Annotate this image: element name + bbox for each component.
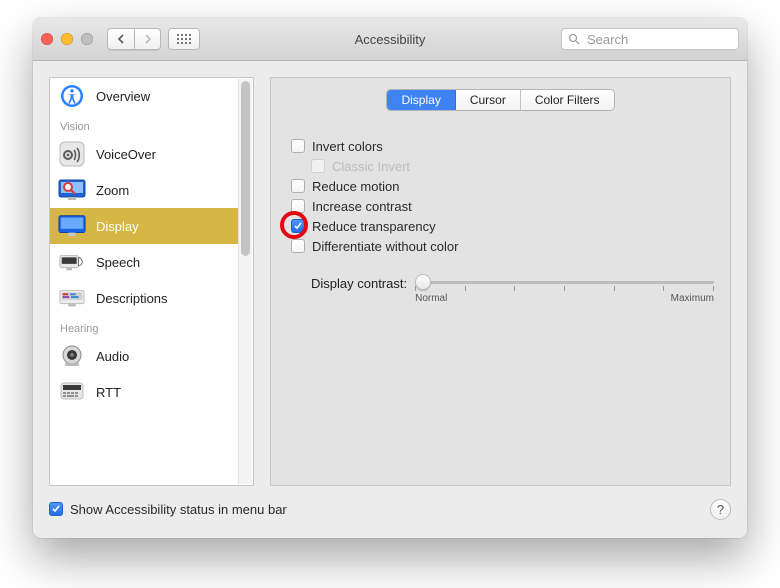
differentiate-without-color-option[interactable]: Differentiate without color — [291, 236, 714, 256]
slider-ticks — [415, 286, 714, 291]
back-button[interactable] — [107, 28, 134, 50]
zoom-window-button[interactable] — [81, 33, 93, 45]
invert-colors-checkbox[interactable] — [291, 139, 305, 153]
sidebar-item-zoom[interactable]: Zoom — [50, 172, 238, 208]
chevron-right-icon — [144, 34, 152, 44]
descriptions-icon — [58, 284, 86, 312]
accessibility-icon — [58, 82, 86, 110]
forward-button[interactable] — [134, 28, 161, 50]
search-field[interactable] — [561, 28, 739, 50]
reduce-transparency-label: Reduce transparency — [312, 219, 436, 234]
nav-buttons — [107, 28, 161, 50]
panels: Overview Vision VoiceOver — [49, 77, 731, 486]
show-all-button[interactable] — [168, 28, 200, 50]
classic-invert-option: Classic Invert — [291, 156, 714, 176]
display-settings-panel: Display Cursor Color Filters Invert colo… — [270, 77, 731, 486]
menubar-status-checkbox[interactable] — [49, 502, 63, 516]
display-icon — [58, 212, 86, 240]
sidebar-item-label: Descriptions — [96, 291, 168, 306]
footer: Show Accessibility status in menu bar ? — [49, 486, 731, 522]
titlebar: Accessibility — [33, 18, 747, 61]
close-window-button[interactable] — [41, 33, 53, 45]
window-controls — [41, 33, 93, 45]
sidebar-item-voiceover[interactable]: VoiceOver — [50, 136, 238, 172]
rtt-icon — [58, 378, 86, 406]
invert-colors-option[interactable]: Invert colors — [291, 136, 714, 156]
sidebar-item-label: Overview — [96, 89, 150, 104]
sidebar-scrollthumb[interactable] — [241, 81, 250, 256]
sidebar: Overview Vision VoiceOver — [49, 77, 254, 486]
tab-display[interactable]: Display — [387, 90, 455, 110]
sidebar-item-label: Display — [96, 219, 139, 234]
display-tabs: Display Cursor Color Filters — [387, 90, 613, 110]
classic-invert-checkbox — [311, 159, 325, 173]
speech-icon — [58, 248, 86, 276]
reduce-transparency-checkbox[interactable] — [291, 219, 305, 233]
sidebar-item-label: Speech — [96, 255, 140, 270]
options-group: Invert colors Classic Invert Reduce moti… — [287, 136, 714, 310]
chevron-left-icon — [117, 34, 125, 44]
sidebar-item-rtt[interactable]: RTT — [50, 374, 238, 410]
sidebar-list[interactable]: Overview Vision VoiceOver — [50, 78, 238, 485]
increase-contrast-option[interactable]: Increase contrast — [291, 196, 714, 216]
sidebar-section-vision: Vision — [50, 114, 238, 136]
reduce-transparency-option[interactable]: Reduce transparency — [291, 216, 714, 236]
slider-max-label: Maximum — [671, 293, 714, 304]
reduce-motion-checkbox[interactable] — [291, 179, 305, 193]
tab-color-filters[interactable]: Color Filters — [521, 90, 614, 110]
voiceover-icon — [58, 140, 86, 168]
slider-min-label: Normal — [415, 293, 447, 304]
help-icon: ? — [717, 502, 724, 517]
differentiate-without-color-label: Differentiate without color — [312, 239, 458, 254]
sidebar-item-display[interactable]: Display — [50, 208, 238, 244]
search-input[interactable] — [585, 31, 747, 48]
differentiate-without-color-checkbox[interactable] — [291, 239, 305, 253]
sidebar-list-frame: Overview Vision VoiceOver — [49, 77, 254, 486]
invert-colors-label: Invert colors — [312, 139, 383, 154]
increase-contrast-checkbox[interactable] — [291, 199, 305, 213]
menubar-status-option[interactable]: Show Accessibility status in menu bar — [49, 499, 287, 519]
grid-icon — [177, 34, 191, 44]
reduce-motion-option[interactable]: Reduce motion — [291, 176, 714, 196]
accessibility-preferences-window: Accessibility Overview Vi — [33, 18, 747, 538]
sidebar-item-label: Audio — [96, 349, 129, 364]
sidebar-item-descriptions[interactable]: Descriptions — [50, 280, 238, 316]
menubar-status-label: Show Accessibility status in menu bar — [70, 502, 287, 517]
increase-contrast-label: Increase contrast — [312, 199, 412, 214]
classic-invert-label: Classic Invert — [332, 159, 410, 174]
body: Overview Vision VoiceOver — [33, 61, 747, 538]
slider-labels: Normal Maximum — [415, 293, 714, 304]
slider-track — [415, 281, 714, 284]
sidebar-scrollbar[interactable] — [238, 79, 252, 484]
sidebar-section-hearing: Hearing — [50, 316, 238, 338]
help-button[interactable]: ? — [710, 499, 731, 520]
tab-cursor[interactable]: Cursor — [456, 90, 521, 110]
toolbar — [107, 28, 200, 50]
display-contrast-slider[interactable]: Normal Maximum — [415, 276, 714, 310]
sidebar-item-label: Zoom — [96, 183, 129, 198]
sidebar-item-speech[interactable]: Speech — [50, 244, 238, 280]
sidebar-item-audio[interactable]: Audio — [50, 338, 238, 374]
display-contrast-label: Display contrast: — [311, 276, 407, 291]
minimize-window-button[interactable] — [61, 33, 73, 45]
search-icon — [568, 33, 580, 45]
sidebar-item-overview[interactable]: Overview — [50, 78, 238, 114]
display-contrast-row: Display contrast: Normal Maximum — [291, 276, 714, 310]
audio-icon — [58, 342, 86, 370]
sidebar-item-label: RTT — [96, 385, 121, 400]
zoom-icon — [58, 176, 86, 204]
reduce-motion-label: Reduce motion — [312, 179, 399, 194]
sidebar-item-label: VoiceOver — [96, 147, 156, 162]
slider-knob[interactable] — [415, 274, 431, 290]
